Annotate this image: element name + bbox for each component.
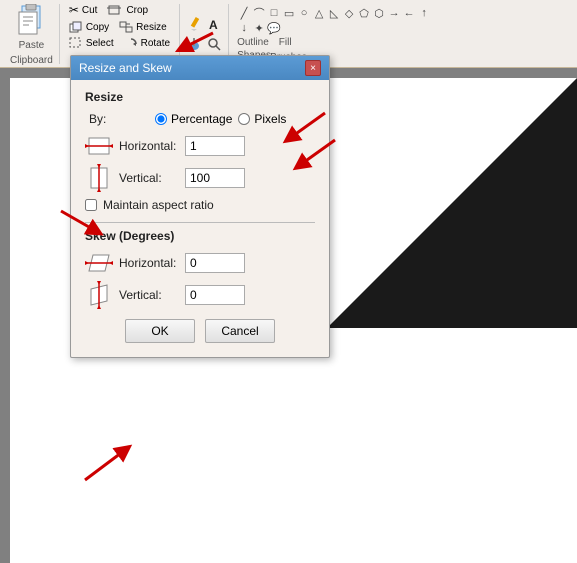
- dialog-title: Resize and Skew: [79, 61, 172, 75]
- vertical-resize-row: Vertical:: [85, 166, 315, 190]
- vertical-skew-label: Vertical:: [119, 288, 179, 302]
- dialog-buttons: OK Cancel: [85, 319, 315, 347]
- by-label: By:: [89, 112, 149, 126]
- horizontal-resize-input[interactable]: [185, 136, 245, 156]
- vertical-resize-icon: [85, 166, 113, 190]
- dialog-close-button[interactable]: ×: [305, 60, 321, 76]
- vertical-resize-label: Vertical:: [119, 171, 179, 185]
- arrow-ok-button: [80, 435, 140, 488]
- maintain-aspect-label: Maintain aspect ratio: [103, 198, 214, 212]
- resize-section-title: Resize: [85, 90, 315, 104]
- vertical-skew-icon: [85, 283, 113, 307]
- arrow-maintain-aspect: [56, 206, 116, 249]
- horizontal-resize-label: Horizontal:: [119, 139, 179, 153]
- arrow-horizontal-input: [290, 135, 340, 178]
- vertical-skew-row: Vertical:: [85, 283, 315, 307]
- section-divider: [85, 222, 315, 223]
- percentage-radio-label[interactable]: Percentage: [155, 112, 232, 126]
- maintain-aspect-row: Maintain aspect ratio: [85, 198, 315, 212]
- horizontal-skew-input[interactable]: [185, 253, 245, 273]
- cancel-button[interactable]: Cancel: [205, 319, 275, 343]
- horizontal-resize-icon: [85, 134, 113, 158]
- percentage-label: Percentage: [171, 112, 232, 126]
- arrow-resize-toolbar: [178, 28, 218, 61]
- horizontal-skew-label: Horizontal:: [119, 256, 179, 270]
- vertical-skew-input[interactable]: [185, 285, 245, 305]
- horizontal-skew-icon: [85, 251, 113, 275]
- pixels-radio[interactable]: [238, 113, 250, 125]
- horizontal-skew-row: Horizontal:: [85, 251, 315, 275]
- percentage-radio[interactable]: [155, 113, 167, 125]
- skew-section-title: Skew (Degrees): [85, 229, 315, 243]
- ok-button[interactable]: OK: [125, 319, 195, 343]
- vertical-resize-input[interactable]: [185, 168, 245, 188]
